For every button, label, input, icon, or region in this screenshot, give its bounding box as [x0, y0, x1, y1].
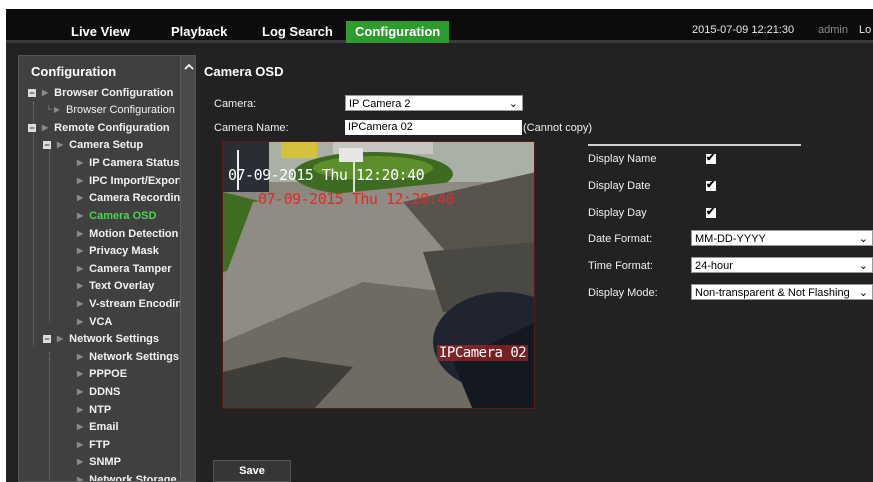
arrow-right-icon: ▶ — [77, 422, 84, 432]
sidebar-item-snmp[interactable]: ▶ SNMP — [77, 454, 121, 470]
options-divider — [588, 144, 801, 146]
arrow-right-icon: ▶ — [77, 440, 84, 450]
display-date-checkbox[interactable]: ✔ — [706, 179, 716, 191]
collapse-icon[interactable]: − — [43, 141, 51, 150]
sidebar-item-network-storage[interactable]: ▶ Network Storage — [77, 472, 177, 482]
page-title: Camera OSD — [204, 64, 284, 79]
arrow-right-icon: ▶ — [77, 193, 84, 203]
arrow-right-icon: ▶ — [77, 281, 84, 291]
display-day-label: Display Day — [588, 207, 647, 219]
sidebar-item-ipc-import-export[interactable]: ▶ IPC Import/Export — [77, 173, 183, 189]
arrow-right-icon: ▶ — [77, 405, 84, 415]
sidebar-item-camera-setup[interactable]: − ▶ Camera Setup — [43, 137, 143, 153]
cannot-copy-note: (Cannot copy) — [523, 122, 593, 134]
config-sidebar: Configuration − ▶ Browser Configuration └ … — [18, 55, 196, 482]
arrow-right-icon: ▶ — [57, 140, 64, 150]
collapse-icon[interactable]: − — [28, 89, 36, 98]
camera-name-input[interactable]: IPCamera 02 — [345, 120, 522, 135]
arrow-right-icon: ▶ — [77, 264, 84, 274]
sidebar-item-v-stream-encoding[interactable]: ▶ V-stream Encoding — [77, 296, 189, 312]
display-mode-select[interactable]: Non-transparent & Not Flashing ⌄ — [691, 284, 873, 300]
camera-name-label: Camera Name: — [214, 122, 289, 134]
display-name-label: Display Name — [588, 153, 657, 165]
chevron-down-icon: ⌄ — [858, 260, 868, 272]
sidebar-item-remote-configuration[interactable]: − ▶ Remote Configuration — [28, 120, 170, 136]
display-date-label: Display Date — [588, 180, 651, 192]
arrow-right-icon: ▶ — [77, 457, 84, 467]
checkmark-icon: ✔ — [706, 179, 716, 191]
chevron-down-icon: ⌄ — [858, 233, 868, 245]
arrow-right-icon: ▶ — [57, 334, 64, 344]
sidebar-item-camera-recording[interactable]: ▶ Camera Recording S — [77, 190, 195, 206]
osd-date-time-overlay[interactable]: 07-09-2015 Thu 12:20:40 — [258, 190, 455, 208]
date-format-select[interactable]: MM-DD-YYYY ⌄ — [691, 230, 873, 246]
tree-guide — [49, 146, 50, 322]
app-frame: Live View Playback Log Search Configurat… — [6, 9, 873, 482]
checkmark-icon: ✔ — [706, 152, 716, 164]
arrow-right-icon: ▶ — [77, 246, 84, 256]
display-name-checkbox[interactable]: ✔ — [706, 152, 716, 164]
osd-date-time[interactable]: 07-09-2015 Thu 12:20:40 — [228, 166, 425, 184]
osd-camera-name[interactable]: IPCamera 02 — [437, 345, 529, 361]
sidebar-item-browser-configuration-group[interactable]: − ▶ Browser Configuration — [28, 85, 173, 101]
sidebar-item-email[interactable]: ▶ Email — [77, 419, 119, 435]
arrow-right-icon: ▶ — [77, 158, 84, 168]
arrow-right-icon: ▶ — [77, 211, 84, 221]
tree-guide — [49, 352, 50, 481]
sidebar-item-ftp[interactable]: ▶ FTP — [77, 437, 110, 453]
display-mode-label: Display Mode: — [588, 287, 658, 299]
time-format-label: Time Format: — [588, 260, 653, 272]
arrow-right-icon: ▶ — [77, 369, 84, 379]
date-format-label: Date Format: — [588, 233, 653, 245]
tab-log-search[interactable]: Log Search — [262, 21, 333, 43]
arrow-right-icon: ▶ — [77, 317, 84, 327]
sidebar-item-browser-configuration[interactable]: └ ▶ Browser Configuration — [46, 102, 175, 118]
scroll-up-icon[interactable] — [184, 62, 194, 72]
sidebar-item-pppoe[interactable]: ▶ PPPOE — [77, 366, 127, 382]
logout-link[interactable]: Lo — [859, 24, 871, 36]
arrow-right-icon: ▶ — [77, 387, 84, 397]
display-day-checkbox[interactable]: ✔ — [706, 206, 716, 218]
camera-select[interactable]: IP Camera 2 ⌄ — [345, 95, 523, 111]
checkmark-icon: ✔ — [706, 206, 716, 218]
chevron-down-icon: ⌄ — [858, 287, 868, 299]
chevron-down-icon: ⌄ — [508, 98, 518, 110]
arrow-right-icon: ▶ — [77, 229, 84, 239]
datetime-display: 2015-07-09 12:21:30 — [692, 24, 795, 36]
top-nav-bar: Live View Playback Log Search Configurat… — [6, 9, 873, 43]
tab-configuration[interactable]: Configuration — [346, 21, 450, 43]
arrow-right-icon: ▶ — [42, 123, 49, 133]
sidebar-item-camera-osd[interactable]: ▶ Camera OSD — [77, 208, 156, 224]
camera-preview[interactable]: 07-09-2015 Thu 12:20:40 07-09-2015 Thu 1… — [222, 141, 535, 409]
sidebar-item-network-settings-group[interactable]: − ▶ Network Settings — [43, 331, 159, 347]
arrow-right-icon: ▶ — [77, 475, 84, 482]
sidebar-title: Configuration — [31, 64, 117, 79]
sidebar-item-network-settings[interactable]: ▶ Network Settings — [77, 349, 179, 365]
arrow-right-icon: ▶ — [77, 352, 84, 362]
sidebar-item-privacy-mask[interactable]: ▶ Privacy Mask — [77, 243, 159, 259]
tab-live-view[interactable]: Live View — [71, 21, 130, 43]
collapse-icon[interactable]: − — [28, 124, 36, 133]
sidebar-scrollbar[interactable] — [180, 56, 195, 481]
tree-guide — [33, 102, 34, 346]
user-name: admin — [818, 24, 848, 36]
collapse-icon[interactable]: − — [43, 335, 51, 344]
sidebar-item-text-overlay[interactable]: ▶ Text Overlay — [77, 278, 154, 294]
sidebar-item-camera-tamper[interactable]: ▶ Camera Tamper — [77, 261, 172, 277]
camera-label: Camera: — [214, 98, 257, 110]
sidebar-item-ddns[interactable]: ▶ DDNS — [77, 384, 120, 400]
arrow-right-icon: ▶ — [42, 88, 49, 98]
sidebar-item-ntp[interactable]: ▶ NTP — [77, 402, 111, 418]
arrow-right-icon: ▶ — [77, 299, 84, 309]
save-button[interactable]: Save — [213, 460, 291, 482]
tab-playback[interactable]: Playback — [171, 21, 227, 43]
arrow-right-icon: └ ▶ — [46, 105, 61, 115]
sidebar-item-motion-detection[interactable]: ▶ Motion Detection — [77, 226, 178, 242]
sidebar-item-ip-camera-status[interactable]: ▶ IP Camera Status — [77, 155, 179, 171]
arrow-right-icon: ▶ — [77, 176, 84, 186]
sidebar-item-vca[interactable]: ▶ VCA — [77, 314, 112, 330]
time-format-select[interactable]: 24-hour ⌄ — [691, 257, 873, 273]
